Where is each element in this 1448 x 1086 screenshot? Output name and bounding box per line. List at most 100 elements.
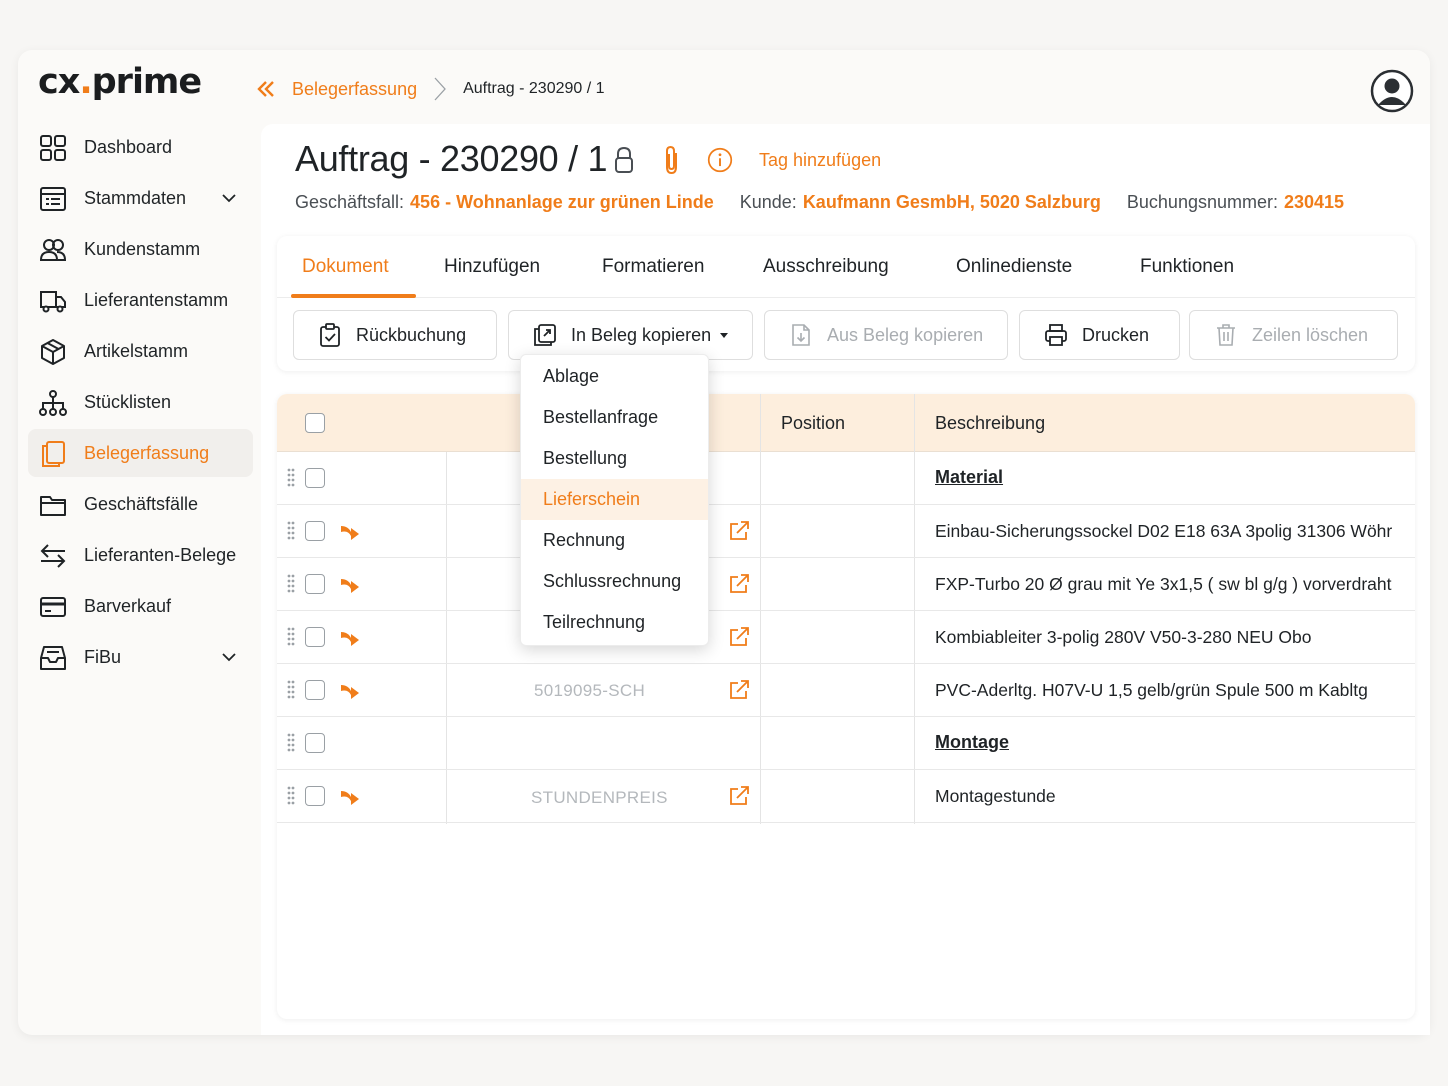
external-link-icon[interactable] bbox=[728, 520, 750, 542]
chevron-down-icon[interactable] bbox=[219, 188, 239, 208]
table-row[interactable]: FXP-Turbo 20 Ø grau mit Ye 3x1,5 ( sw bl… bbox=[277, 558, 1415, 611]
external-link-icon[interactable] bbox=[728, 573, 750, 595]
table-row[interactable]: Material bbox=[277, 452, 1415, 505]
sidebar-item-lieferantenstamm[interactable]: Lieferantenstamm bbox=[28, 276, 253, 324]
row-checkbox[interactable] bbox=[305, 786, 325, 806]
sidebar-item-geschaeftsfaelle[interactable]: Geschäftsfälle bbox=[28, 480, 253, 528]
in-beleg-kopieren-button[interactable]: In Beleg kopieren bbox=[508, 310, 753, 360]
active-tab-indicator bbox=[291, 294, 416, 298]
drag-handle-icon[interactable] bbox=[286, 679, 296, 701]
title-actions: Tag hinzufügen bbox=[611, 144, 881, 176]
sidebar-item-label: Dashboard bbox=[84, 136, 173, 157]
table-row[interactable]: 5019095-SCH PVC-Aderltg. H07V-U 1,5 gelb… bbox=[277, 664, 1415, 717]
row-description: Montagestunde bbox=[935, 786, 1056, 806]
user-avatar-icon[interactable] bbox=[1370, 69, 1414, 113]
sidebar: Dashboard Stammdaten Kundenstamm Liefera… bbox=[28, 123, 253, 684]
drucken-button[interactable]: Drucken bbox=[1019, 310, 1180, 360]
tab-dokument[interactable]: Dokument bbox=[302, 256, 389, 278]
sidebar-item-label: Geschäftsfälle bbox=[84, 493, 199, 514]
menu-item-bestellanfrage[interactable]: Bestellanfrage bbox=[521, 397, 708, 438]
menu-item-teilrechnung[interactable]: Teilrechnung bbox=[521, 602, 708, 643]
tab-onlinedienste[interactable]: Onlinedienste bbox=[956, 256, 1072, 278]
app-window: cx.prime Belegerfassung Auftrag - 230290… bbox=[18, 50, 1430, 1035]
arrow-forward-icon[interactable] bbox=[339, 629, 361, 647]
arrow-forward-icon[interactable] bbox=[339, 788, 361, 806]
sidebar-item-barverkauf[interactable]: Barverkauf bbox=[28, 582, 253, 630]
in-beleg-kopieren-label: In Beleg kopieren bbox=[571, 324, 712, 345]
kunde-value[interactable]: Kaufmann GesmbH, 5020 Salzburg bbox=[803, 192, 1101, 212]
copy-to-document-menu: Ablage Bestellanfrage Bestellung Liefers… bbox=[520, 354, 709, 646]
tab-ausschreibung[interactable]: Ausschreibung bbox=[763, 256, 889, 278]
drag-handle-icon[interactable] bbox=[286, 626, 296, 648]
document-meta: Geschäftsfall: 456 - Wohnanlage zur grüne… bbox=[295, 192, 1370, 213]
row-checkbox[interactable] bbox=[305, 521, 325, 541]
rueckbuchung-button[interactable]: Rückbuchung bbox=[293, 310, 497, 360]
table-row[interactable]: Einbau-Sicherungssockel D02 E18 63A 3pol… bbox=[277, 505, 1415, 558]
table-row[interactable]: STUNDENPREIS Montagestunde bbox=[277, 770, 1415, 823]
row-checkbox[interactable] bbox=[305, 468, 325, 488]
article-number: 5019095-SCH bbox=[534, 681, 646, 700]
external-link-icon[interactable] bbox=[728, 785, 750, 807]
arrow-forward-icon[interactable] bbox=[339, 682, 361, 700]
sidebar-item-dashboard[interactable]: Dashboard bbox=[28, 123, 253, 171]
drag-handle-icon[interactable] bbox=[286, 467, 296, 489]
menu-item-rechnung[interactable]: Rechnung bbox=[521, 520, 708, 561]
sidebar-item-belegerfassung[interactable]: Belegerfassung bbox=[28, 429, 253, 477]
kunde-label: Kunde: bbox=[739, 192, 797, 212]
column-header-beschreibung: Beschreibung bbox=[935, 413, 1046, 433]
tab-formatieren[interactable]: Formatieren bbox=[602, 256, 704, 278]
row-checkbox[interactable] bbox=[305, 574, 325, 594]
tab-hinzufuegen[interactable]: Hinzufügen bbox=[444, 256, 540, 278]
breadcrumb-link-belegerfassung[interactable]: Belegerfassung bbox=[292, 79, 417, 100]
sidebar-item-lieferanten-belege[interactable]: Lieferanten-Belege bbox=[28, 531, 253, 579]
tab-bar: Dokument Hinzufügen Formatieren Ausschre… bbox=[277, 236, 1415, 298]
menu-item-ablage[interactable]: Ablage bbox=[521, 356, 708, 397]
chevron-down-icon[interactable] bbox=[219, 647, 239, 667]
double-chevron-left-icon[interactable] bbox=[256, 79, 276, 99]
zeilen-loeschen-button[interactable]: Zeilen löschen bbox=[1189, 310, 1398, 360]
drucken-label: Drucken bbox=[1082, 324, 1150, 345]
paperclip-icon[interactable] bbox=[659, 145, 685, 175]
external-link-icon[interactable] bbox=[728, 626, 750, 648]
sidebar-item-artikelstamm[interactable]: Artikelstamm bbox=[28, 327, 253, 375]
menu-item-bestellung[interactable]: Bestellung bbox=[521, 438, 708, 479]
aus-beleg-kopieren-button[interactable]: Aus Beleg kopieren bbox=[764, 310, 1008, 360]
inbox-icon bbox=[38, 643, 68, 673]
select-all-checkbox[interactable] bbox=[305, 413, 325, 433]
rueckbuchung-label: Rückbuchung bbox=[356, 324, 467, 345]
sidebar-item-label: Lieferantenstamm bbox=[84, 289, 229, 310]
table-row[interactable]: Montage bbox=[277, 717, 1415, 770]
sidebar-item-fibu[interactable]: FiBu bbox=[28, 633, 253, 681]
lock-icon[interactable] bbox=[611, 145, 637, 175]
drag-handle-icon[interactable] bbox=[286, 785, 296, 807]
table-header: Position Beschreibung bbox=[277, 394, 1415, 452]
arrow-forward-icon[interactable] bbox=[339, 523, 361, 541]
info-icon[interactable] bbox=[707, 145, 733, 175]
arrow-forward-icon[interactable] bbox=[339, 576, 361, 594]
row-checkbox[interactable] bbox=[305, 680, 325, 700]
external-link-icon[interactable] bbox=[728, 679, 750, 701]
page-title: Auftrag - 230290 / 1 bbox=[295, 138, 608, 179]
hierarchy-icon bbox=[38, 388, 68, 418]
geschaeftsfall-value[interactable]: 456 - Wohnanlage zur grünen Linde bbox=[410, 192, 714, 212]
section-title: Material bbox=[935, 467, 1004, 487]
drag-handle-icon[interactable] bbox=[286, 732, 296, 754]
drag-handle-icon[interactable] bbox=[286, 573, 296, 595]
drag-handle-icon[interactable] bbox=[286, 520, 296, 542]
sidebar-item-kundenstamm[interactable]: Kundenstamm bbox=[28, 225, 253, 273]
printer-icon bbox=[1044, 323, 1068, 347]
documents-icon bbox=[38, 439, 68, 469]
folder-icon bbox=[38, 490, 68, 520]
row-checkbox[interactable] bbox=[305, 627, 325, 647]
table-row[interactable]: Kombiableiter 3-polig 280V V50-3-280 NEU… bbox=[277, 611, 1415, 664]
sidebar-item-label: Belegerfassung bbox=[84, 442, 210, 463]
menu-item-lieferschein[interactable]: Lieferschein bbox=[521, 479, 708, 520]
tab-funktionen[interactable]: Funktionen bbox=[1140, 256, 1234, 278]
row-checkbox[interactable] bbox=[305, 733, 325, 753]
sidebar-item-stammdaten[interactable]: Stammdaten bbox=[28, 174, 253, 222]
menu-item-schlussrechnung[interactable]: Schlussrechnung bbox=[521, 561, 708, 602]
sidebar-item-stuecklisten[interactable]: Stücklisten bbox=[28, 378, 253, 426]
buchungsnummer-label: Buchungsnummer: bbox=[1126, 192, 1278, 212]
add-tag-link[interactable]: Tag hinzufügen bbox=[759, 150, 881, 171]
users-icon bbox=[38, 235, 68, 265]
